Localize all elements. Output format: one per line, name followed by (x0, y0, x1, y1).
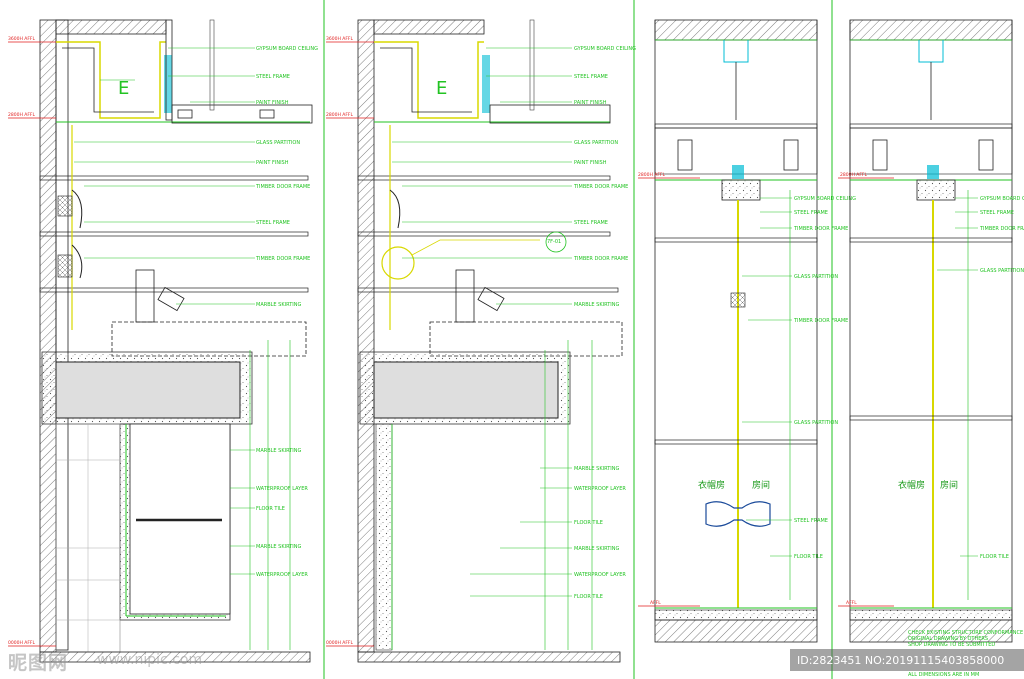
section-panel-3: 衣帽房 房间 GYPSUM BOARD CEILING STEEL FRAME … (638, 19, 856, 643)
note-label: GYPSUM BOARD CEILING (980, 196, 1024, 202)
annotation-labels: GYPSUM BOARD CEILING STEEL FRAME PAINT F… (573, 46, 636, 600)
watermark-site: www.nipic.com (97, 652, 203, 668)
note-label: STEEL FRAME (794, 518, 828, 524)
note-label: TIMBER DOOR FRAME (573, 184, 628, 190)
note-label: MARBLE SKIRTING (574, 546, 619, 552)
room-label: 房间 (940, 479, 958, 491)
stamp-line: SHOP DRAWING TO BE SUBMITTED (908, 642, 995, 648)
note-label: MARBLE SKIRTING (574, 302, 619, 308)
cad-drawing-sheet: E GYPSUM BOARD CEILING STEEL FRAME PAINT… (8, 0, 1024, 679)
level-label: AFFL (846, 600, 857, 606)
level-label: 2800H AFFL (840, 172, 868, 178)
level-label: 2800H AFFL (8, 112, 36, 118)
note-label: GYPSUM BOARD CEILING (794, 196, 856, 202)
note-label: MARBLE SKIRTING (256, 302, 301, 308)
note-label: MARBLE SKIRTING (256, 544, 301, 550)
level-label: 3600H AFFL (326, 36, 354, 42)
note-label: FLOOR TILE (574, 520, 603, 526)
note-label: STEEL FRAME (794, 210, 828, 216)
annotation-labels: GYPSUM BOARD CEILING STEEL FRAME TIMBER … (793, 196, 856, 560)
level-label: 2800H AFFL (326, 112, 354, 118)
note-label: WATERPROOF LAYER (256, 486, 308, 492)
note-label: TIMBER DOOR FRAME (255, 256, 310, 262)
level-label: 2800H AFFL (638, 172, 666, 178)
note-label: FLOOR TILE (256, 506, 285, 512)
level-markers: 2800H AFFL AFFL (638, 172, 700, 607)
note-label: GLASS PARTITION (574, 140, 618, 146)
note-label: TIMBER DOOR FRAME (793, 226, 848, 232)
note-label: STEEL FRAME (574, 74, 608, 80)
callout-letter: E (118, 78, 129, 99)
room-label: 房间 (752, 479, 770, 491)
note-label: GLASS PARTITION (980, 268, 1024, 274)
level-label: 0000H AFFL (326, 640, 354, 646)
note-label: WATERPROOF LAYER (574, 572, 626, 578)
note-label: TIMBER DOOR FRAME (793, 318, 848, 324)
note-label: FLOOR TILE (794, 554, 823, 560)
note-label: PAINT FINISH (256, 160, 289, 166)
section-panel-4: 衣帽房 房间 GYPSUM BOARD CEILING STEEL FRAME … (838, 19, 1024, 678)
section-panel-1: E GYPSUM BOARD CEILING STEEL FRAME PAINT… (8, 19, 318, 663)
note-label: GLASS PARTITION (256, 140, 300, 146)
note-label: PAINT FINISH (574, 100, 607, 106)
note-label: MARBLE SKIRTING (574, 466, 619, 472)
image-id-text: ID:28234​51 NO:20191115403858000 (797, 654, 1005, 667)
watermark-brand: 昵图网 (8, 652, 69, 674)
note-label: GYPSUM BOARD CEILING (256, 46, 318, 52)
note-label: FLOOR TILE (574, 594, 603, 600)
note-label: STEEL FRAME (980, 210, 1014, 216)
note-label: TIMBER DOOR FRAME (255, 184, 310, 190)
note-label: MARBLE SKIRTING (256, 448, 301, 454)
level-markers: 2800H AFFL AFFL (838, 172, 894, 607)
level-label: AFFL (650, 600, 661, 606)
stamp-line: ALL DIMENSIONS ARE IN MM (908, 672, 979, 678)
note-label: STEEL FRAME (574, 220, 608, 226)
note-label: STEEL FRAME (256, 74, 290, 80)
note-label: STEEL FRAME (256, 220, 290, 226)
note-label: WATERPROOF LAYER (574, 486, 626, 492)
note-label: TIMBER DOOR FRAME (573, 256, 628, 262)
annotation-labels: GYPSUM BOARD CEILING STEEL FRAME PAINT F… (255, 46, 318, 578)
callout-letter: E (436, 78, 447, 99)
note-label: PAINT FINISH (256, 100, 289, 106)
room-label: 衣帽房 (898, 479, 925, 491)
note-label: TIMBER DOOR FRAME (979, 226, 1024, 232)
note-label: GLASS PARTITION (794, 274, 838, 280)
note-label: GLASS PARTITION (794, 420, 838, 426)
section-panel-2: E 7F-01 GYPSUM BOARD CEILING STEEL FRAME… (326, 19, 636, 663)
note-label: WATERPROOF LAYER (256, 572, 308, 578)
level-label: 0000H AFFL (8, 640, 36, 646)
level-label: 3600H AFFL (8, 36, 36, 42)
room-label: 衣帽房 (698, 479, 725, 491)
annotation-labels: GYPSUM BOARD CEILING STEEL FRAME TIMBER … (979, 196, 1024, 560)
detail-callout: 7F-01 (547, 239, 561, 245)
note-label: PAINT FINISH (574, 160, 607, 166)
note-label: FLOOR TILE (980, 554, 1009, 560)
note-label: GYPSUM BOARD CEILING (574, 46, 636, 52)
